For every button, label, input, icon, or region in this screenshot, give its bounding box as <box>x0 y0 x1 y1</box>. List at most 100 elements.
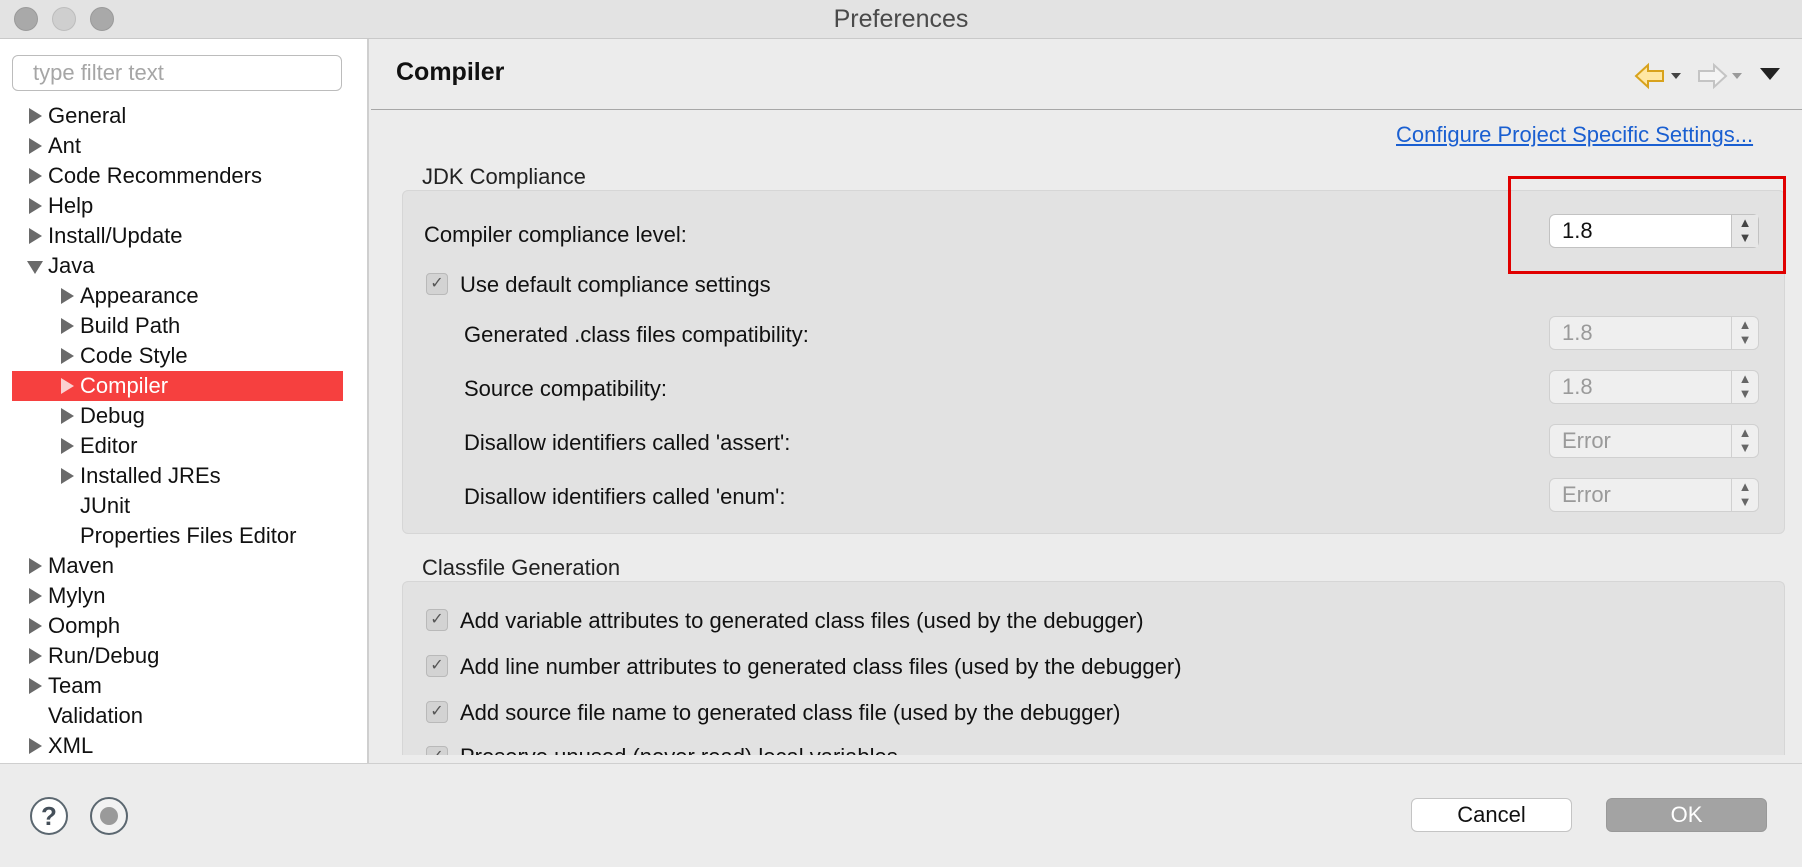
tree-item-label: Help <box>48 193 94 218</box>
tree-item-java[interactable]: Java <box>12 251 343 281</box>
forward-history-dropdown-icon[interactable] <box>1731 70 1743 82</box>
question-mark-icon[interactable]: ? <box>30 797 68 835</box>
tree-item-team[interactable]: Team <box>12 671 343 701</box>
expand-icon[interactable] <box>29 648 42 664</box>
tree-item-compiler[interactable]: Compiler <box>12 371 343 401</box>
back-history-dropdown-icon[interactable] <box>1670 70 1682 82</box>
expand-icon[interactable] <box>61 468 74 484</box>
class-compat-label: Generated .class files compatibility: <box>464 322 809 347</box>
variable-attributes-checkbox[interactable]: ✓ <box>426 609 448 631</box>
source-file-name-checkbox[interactable]: ✓ <box>426 701 448 723</box>
tree-item-installed-jres[interactable]: Installed JREs <box>12 461 343 491</box>
tree-item-validation[interactable]: Validation <box>12 701 343 731</box>
tree-item-label: Code Style <box>80 343 188 368</box>
tree-item-label: Build Path <box>80 313 181 338</box>
tree-item-label: Compiler <box>80 373 169 398</box>
page-title: Compiler <box>396 58 505 86</box>
expand-icon[interactable] <box>61 378 74 394</box>
expand-icon[interactable] <box>29 108 42 124</box>
tree-item-label: Code Recommenders <box>48 163 262 188</box>
tree-item-editor[interactable]: Editor <box>12 431 343 461</box>
tree-item-maven[interactable]: Maven <box>12 551 343 581</box>
cancel-button[interactable]: Cancel <box>1411 798 1572 832</box>
source-compat-label: Source compatibility: <box>464 376 667 401</box>
expand-icon[interactable] <box>29 138 42 154</box>
expand-icon[interactable] <box>29 618 42 634</box>
tree-item-label: Mylyn <box>48 583 106 608</box>
record-icon[interactable] <box>90 797 128 835</box>
tree-item-build-path[interactable]: Build Path <box>12 311 343 341</box>
expand-icon[interactable] <box>29 678 42 694</box>
compliance-level-label: Compiler compliance level: <box>424 222 687 247</box>
preserve-unused-locals-checkbox[interactable]: ✓ <box>426 746 448 755</box>
page-header <box>371 39 1802 110</box>
tree-item-code-recommenders[interactable]: Code Recommenders <box>12 161 343 191</box>
scroll-clip: ✓ Preserve unused (never read) local var… <box>402 746 1785 755</box>
expand-icon[interactable] <box>29 228 42 244</box>
preferences-tree: General Ant Code Recommenders Help Insta… <box>12 101 343 761</box>
expand-icon[interactable] <box>29 198 42 214</box>
jdk-compliance-group-title: JDK Compliance <box>422 164 586 189</box>
tree-item-label: Run/Debug <box>48 643 160 668</box>
class-compat-select[interactable]: 1.8 ▲ ▼ <box>1549 316 1759 350</box>
tree-item-appearance[interactable]: Appearance <box>12 281 343 311</box>
expand-icon[interactable] <box>29 168 42 184</box>
back-arrow-icon[interactable] <box>1634 62 1666 90</box>
expand-icon[interactable] <box>61 408 74 424</box>
tree-item-mylyn[interactable]: Mylyn <box>12 581 343 611</box>
tree-item-junit[interactable]: JUnit <box>12 491 343 521</box>
tree-item-label: XML <box>48 733 94 758</box>
ok-button[interactable]: OK <box>1606 798 1767 832</box>
stepper-arrows-icon: ▲ ▼ <box>1731 317 1758 349</box>
tree-item-oomph[interactable]: Oomph <box>12 611 343 641</box>
tree-item-label: Editor <box>80 433 138 458</box>
expand-icon[interactable] <box>29 588 42 604</box>
assert-identifier-label: Disallow identifiers called 'assert': <box>464 430 791 455</box>
tree-item-xml[interactable]: XML <box>12 731 343 761</box>
source-file-name-label: Add source file name to generated class … <box>460 700 1121 725</box>
use-default-compliance-label: Use default compliance settings <box>460 272 771 297</box>
line-number-attributes-checkbox[interactable]: ✓ <box>426 655 448 677</box>
expand-icon[interactable] <box>61 288 74 304</box>
tree-item-label: Debug <box>80 403 145 428</box>
tree-item-label: Installed JREs <box>80 463 221 488</box>
tree-item-label: Java <box>48 253 95 278</box>
source-compat-value: 1.8 <box>1562 374 1593 399</box>
window-title: Preferences <box>833 5 969 33</box>
configure-project-settings-link[interactable]: Configure Project Specific Settings... <box>1396 122 1753 148</box>
tree-item-code-style[interactable]: Code Style <box>12 341 343 371</box>
expand-icon[interactable] <box>61 318 74 334</box>
expand-icon[interactable] <box>61 348 74 364</box>
source-compat-select[interactable]: 1.8 ▲ ▼ <box>1549 370 1759 404</box>
enum-identifier-label: Disallow identifiers called 'enum': <box>464 484 786 509</box>
collapse-icon[interactable] <box>27 261 43 274</box>
forward-arrow-icon[interactable] <box>1696 62 1728 90</box>
tree-item-ant[interactable]: Ant <box>12 131 343 161</box>
assert-identifier-select[interactable]: Error ▲ ▼ <box>1549 424 1759 458</box>
tree-item-run-debug[interactable]: Run/Debug <box>12 641 343 671</box>
tree-item-label: Ant <box>48 133 82 158</box>
tree-item-label: Team <box>48 673 102 698</box>
tree-item-install-update[interactable]: Install/Update <box>12 221 343 251</box>
tree-item-general[interactable]: General <box>12 101 343 131</box>
view-menu-icon[interactable] <box>1759 66 1781 82</box>
tree-item-label: Oomph <box>48 613 121 638</box>
tree-item-label: JUnit <box>80 493 131 518</box>
expand-icon[interactable] <box>29 738 42 754</box>
assert-identifier-value: Error <box>1562 428 1611 453</box>
tree-item-help[interactable]: Help <box>12 191 343 221</box>
expand-icon[interactable] <box>61 438 74 454</box>
stepper-arrows-icon: ▲ ▼ <box>1731 425 1758 457</box>
filter-input[interactable] <box>12 55 342 91</box>
preserve-unused-locals-label: Preserve unused (never read) local varia… <box>460 746 898 755</box>
line-number-attributes-label: Add line number attributes to generated … <box>460 654 1182 679</box>
tree-item-properties-files-editor[interactable]: Properties Files Editor <box>12 521 343 551</box>
class-compat-value: 1.8 <box>1562 320 1593 345</box>
enum-identifier-select[interactable]: Error ▲ ▼ <box>1549 478 1759 512</box>
tree-item-label: Properties Files Editor <box>80 523 297 548</box>
use-default-compliance-checkbox[interactable]: ✓ <box>426 273 448 295</box>
tree-item-label: Appearance <box>80 283 199 308</box>
tree-item-debug[interactable]: Debug <box>12 401 343 431</box>
tree-item-label: General <box>48 103 127 128</box>
expand-icon[interactable] <box>29 558 42 574</box>
